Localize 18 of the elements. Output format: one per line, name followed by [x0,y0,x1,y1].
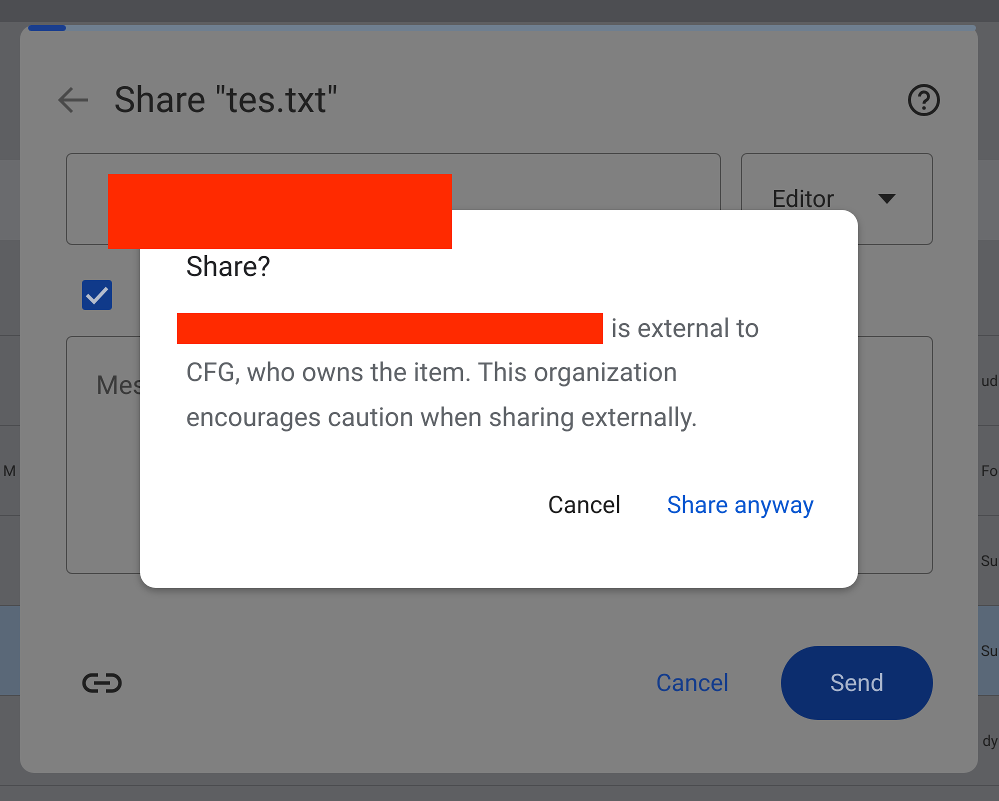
link-icon[interactable] [82,672,122,694]
row-text: dy [982,732,998,750]
send-button[interactable]: Send [781,646,933,720]
row-text: ud [981,372,998,390]
row-text: Fo [981,462,998,480]
back-arrow-icon[interactable] [56,85,90,115]
help-icon[interactable] [907,83,941,117]
confirm-message: is external to [611,314,760,344]
caret-icon [878,194,896,204]
confirm-message: CFG, who owns the item. This organization encourages caution when sharing externally. [186,357,699,435]
notify-checkbox[interactable] [82,280,112,310]
row-text: M [3,462,16,480]
row-text: Su [980,642,998,660]
row-text: Su [980,552,998,570]
cancel-button[interactable]: Cancel [540,485,629,525]
dialog-title: Share "tes.txt" [114,79,338,121]
confirm-title: Share? [186,249,272,285]
share-anyway-button[interactable]: Share anyway [658,485,822,525]
